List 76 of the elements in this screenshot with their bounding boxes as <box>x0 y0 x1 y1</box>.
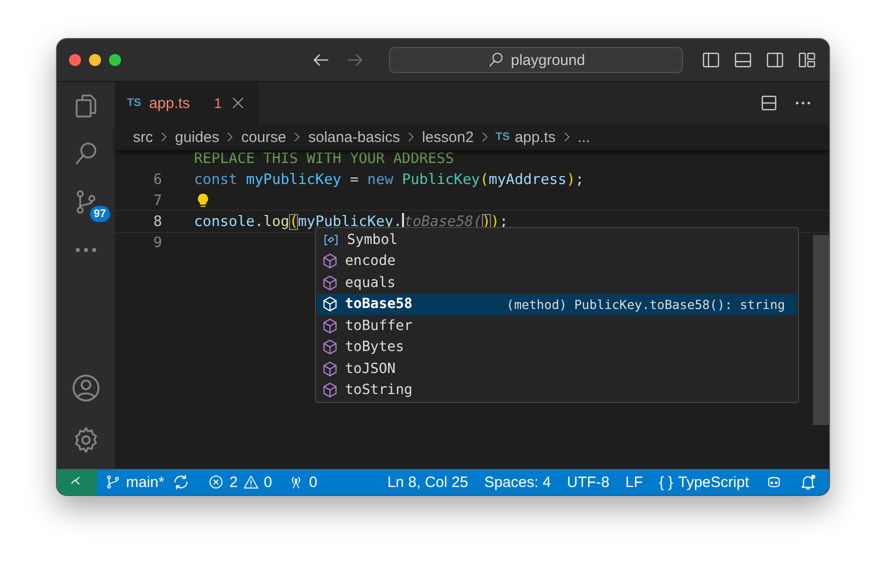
braces-icon: { } <box>658 474 674 490</box>
breadcrumb-item[interactable]: guides <box>175 128 220 146</box>
cube-icon <box>321 360 339 378</box>
language-mode[interactable]: { } TypeScript <box>650 474 757 490</box>
split-editor-icon[interactable] <box>759 93 779 113</box>
code-token: PublicKey <box>402 172 480 188</box>
count-badge: 97 <box>90 206 110 222</box>
code-token: = <box>348 172 360 188</box>
problems-button[interactable]: 2 0 <box>200 474 280 490</box>
cube-icon <box>321 316 339 335</box>
error-icon <box>208 474 224 490</box>
branch-icon <box>105 474 121 490</box>
suggestion-item[interactable]: encode <box>317 250 797 272</box>
code-token: myPublicKey <box>246 172 342 188</box>
close-window-button[interactable] <box>69 54 81 66</box>
bell-icon[interactable] <box>799 473 817 491</box>
line-number: 8 <box>153 214 162 230</box>
toggle-panel-icon[interactable] <box>733 50 753 70</box>
typescript-file-icon: TS <box>127 97 142 109</box>
search-icon <box>486 51 505 69</box>
typescript-file-icon: TS <box>496 131 510 143</box>
code-token: console <box>194 214 255 230</box>
tab-label: app.ts <box>149 94 190 112</box>
code-token: ; <box>575 172 584 188</box>
code-token: ( <box>480 172 489 188</box>
breadcrumb-item[interactable]: solana-basics <box>308 128 400 146</box>
suggestion-item[interactable]: toBytes <box>317 336 797 358</box>
code-token: const <box>194 172 238 188</box>
zoom-window-button[interactable] <box>109 54 121 66</box>
account-icon[interactable] <box>71 373 101 403</box>
code-token: . <box>254 214 264 230</box>
scrollbar-thumb[interactable] <box>813 235 829 425</box>
sync-icon[interactable] <box>172 473 190 491</box>
cube-icon <box>321 338 339 356</box>
suggestion-item[interactable]: toBuffer <box>317 315 797 336</box>
remote-button[interactable] <box>57 469 97 495</box>
breadcrumb-item[interactable]: app.ts <box>514 128 556 146</box>
minimize-window-button[interactable] <box>89 54 101 66</box>
ports-button[interactable]: 0 <box>280 474 326 490</box>
cube-icon <box>321 381 339 400</box>
line-number: 9 <box>153 234 162 250</box>
code-comment: REPLACE THIS WITH YOUR ADDRESS <box>194 150 454 166</box>
indentation[interactable]: Spaces: 4 <box>476 474 559 490</box>
breadcrumb-item[interactable]: lesson2 <box>422 128 474 146</box>
cube-icon <box>321 274 339 292</box>
line-ending[interactable]: LF <box>617 474 651 490</box>
warning-icon <box>242 474 259 490</box>
branch-button[interactable]: main* <box>97 474 172 490</box>
code-token: ) <box>566 172 576 188</box>
code-token: myPublicKey <box>298 214 394 230</box>
toggle-secondary-sidebar-icon[interactable] <box>765 50 785 70</box>
breadcrumb-item[interactable]: course <box>241 128 286 146</box>
encoding[interactable]: UTF-8 <box>558 474 618 490</box>
problem-count: 1 <box>214 95 222 111</box>
suggestion-item[interactable]: equals <box>317 272 797 294</box>
suggestion-item[interactable]: toString <box>317 380 797 401</box>
editor-tab[interactable]: TS app.ts 1 <box>115 82 258 124</box>
suggestion-item[interactable]: toJSON <box>317 358 797 380</box>
cursor-position[interactable]: Ln 8, Col 25 <box>379 474 476 490</box>
code-token: . <box>393 214 402 230</box>
breadcrumb-item[interactable]: src <box>133 128 153 146</box>
line-number: 7 <box>153 192 162 208</box>
code-token: log <box>263 214 290 230</box>
suggestion-item[interactable]: toBase58 (method) PublicKey.toBase58(): string <box>317 294 797 315</box>
code-token: myAddress <box>488 172 567 188</box>
cube-icon <box>321 252 339 270</box>
customize-layout-icon[interactable] <box>797 50 817 70</box>
search-field[interactable]: playground <box>389 47 683 73</box>
toggle-sidebar-icon[interactable] <box>701 50 721 70</box>
inline-suggestion: toBase58( <box>404 214 482 230</box>
breadcrumb-item[interactable]: ... <box>578 128 590 146</box>
suggestion-item[interactable]: Symbol <box>317 229 797 250</box>
code-token: ( <box>289 214 298 230</box>
cube-icon <box>321 295 339 314</box>
code-token: new <box>367 172 394 188</box>
line-number: 6 <box>153 172 162 188</box>
